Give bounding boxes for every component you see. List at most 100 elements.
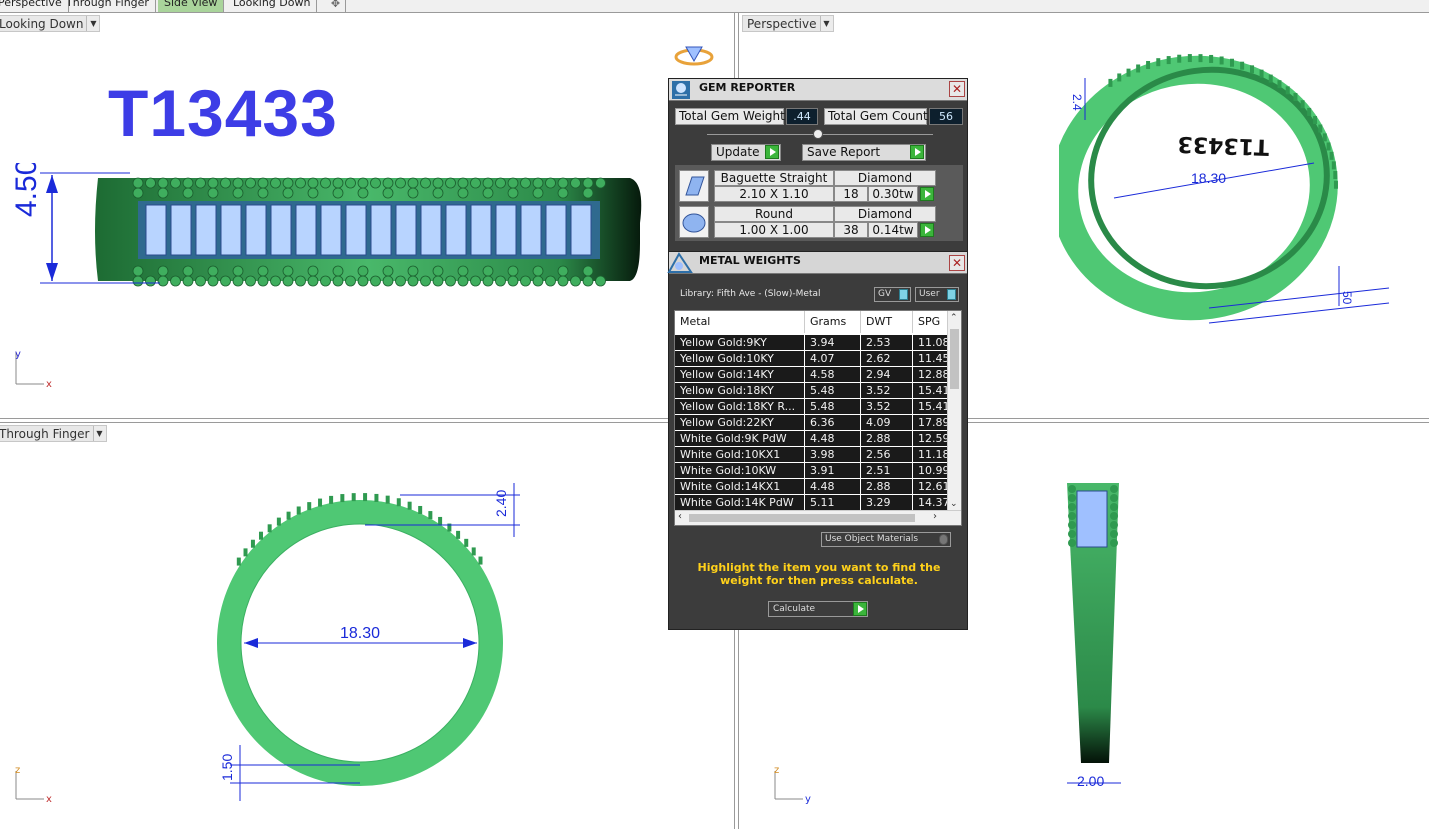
gem-shape-cell[interactable]: Baguette Straight: [714, 170, 834, 186]
chevron-down-icon[interactable]: ▼: [819, 16, 833, 31]
round-stone: [595, 177, 606, 189]
chevron-left-icon[interactable]: ‹: [678, 511, 682, 522]
column-header-grams[interactable]: Grams: [805, 311, 861, 333]
table-cell: Yellow Gold:14KY: [675, 367, 804, 382]
tab-through-finger[interactable]: Through Finger: [60, 0, 156, 12]
prong: [1293, 93, 1298, 102]
close-icon[interactable]: ✕: [949, 255, 965, 271]
round-stone: [457, 265, 469, 277]
use-object-materials-toggle[interactable]: Use Object Materials: [821, 532, 951, 547]
round-stone: [1068, 530, 1076, 538]
round-stone: [1068, 503, 1076, 511]
chevron-down-icon[interactable]: ▼: [86, 16, 100, 31]
metal-weights-title: METAL WEIGHTS: [699, 254, 801, 267]
round-stone: [232, 177, 244, 189]
round-stone: [1110, 494, 1118, 502]
round-stone: [257, 265, 269, 277]
save-report-button[interactable]: Save Report: [802, 144, 926, 161]
table-cell: 11.45: [913, 351, 948, 366]
horizontal-scrollbar[interactable]: ‹ ›: [675, 510, 961, 525]
table-cell: 15.41: [913, 399, 948, 414]
column-header-dwt[interactable]: DWT: [861, 311, 913, 333]
table-row[interactable]: Yellow Gold:18KY R... 5.48 3.52 15.41: [675, 399, 949, 415]
slider-thumb[interactable]: [813, 129, 823, 139]
table-row[interactable]: Yellow Gold:10KY 4.07 2.62 11.45: [675, 351, 949, 367]
viewport-label-perspective[interactable]: Perspective ▼: [742, 15, 834, 32]
calculate-play-icon[interactable]: [853, 602, 867, 616]
table-cell: White Gold:10KX1: [675, 447, 804, 462]
gem-row-play-icon[interactable]: [920, 187, 934, 201]
metal-weights-header[interactable]: METAL WEIGHTS ✕: [667, 252, 967, 274]
chevron-down-icon[interactable]: ▼: [92, 426, 106, 441]
gv-toggle[interactable]: GV: [874, 287, 911, 302]
gem-shape-cell[interactable]: Round: [714, 206, 834, 222]
table-row[interactable]: Yellow Gold:14KY 4.58 2.94 12.88: [675, 367, 949, 383]
user-toggle[interactable]: User: [915, 287, 959, 302]
vertical-scrollbar[interactable]: ⌃ ⌄: [947, 311, 961, 511]
view-tab-bar: Perspective Through Finger Side View Loo…: [0, 0, 1429, 13]
prong: [1209, 54, 1214, 63]
ring-side-view: 2.00: [1067, 483, 1121, 789]
column-header-metal[interactable]: Metal: [675, 311, 805, 333]
table-cell: 10.99: [913, 463, 948, 478]
round-stone: [182, 187, 194, 199]
gem-count-cell[interactable]: 18: [834, 186, 868, 202]
table-row[interactable]: White Gold:14KX1 4.48 2.88 12.61: [675, 479, 949, 495]
table-row[interactable]: Yellow Gold:22KY 6.36 4.09 17.89: [675, 415, 949, 431]
gem-weight-cell[interactable]: 0.30tw: [868, 186, 918, 202]
chevron-up-icon[interactable]: ⌃: [950, 313, 958, 323]
round-stone: [157, 177, 169, 189]
gem-row-play-icon[interactable]: [920, 223, 934, 237]
metal-weights-panel: METAL WEIGHTS ✕ Library: Fifth Ave - (Sl…: [667, 251, 968, 630]
gem-size-cell[interactable]: 2.10 X 1.10: [714, 186, 834, 202]
round-stone: [482, 177, 494, 189]
prong: [276, 517, 281, 526]
chevron-right-icon[interactable]: ›: [933, 511, 937, 522]
add-tab-icon[interactable]: ✥: [326, 0, 346, 12]
table-row[interactable]: White Gold:10KW 3.91 2.51 10.99: [675, 463, 949, 479]
tab-perspective[interactable]: Perspective: [0, 0, 69, 12]
scroll-thumb[interactable]: [950, 329, 959, 389]
chevron-down-icon[interactable]: ⌄: [950, 499, 958, 509]
round-stone: [245, 275, 256, 287]
round-stone: [1110, 530, 1118, 538]
round-stone: [482, 187, 494, 199]
table-cell: 5.48: [805, 383, 860, 398]
table-row[interactable]: White Gold:14K PdW 5.11 3.29 14.37: [675, 495, 949, 511]
viewport-looking-down[interactable]: Looking Down ▼ T13433 4.50 y x: [0, 13, 734, 418]
prong: [396, 498, 401, 507]
prong: [1313, 116, 1318, 125]
prong: [318, 498, 323, 507]
round-stone: [557, 275, 569, 287]
save-report-play-icon[interactable]: [910, 145, 924, 159]
gem-reporter-icon: [672, 81, 690, 99]
table-cell: Yellow Gold:9KY: [675, 335, 804, 350]
prong: [1177, 54, 1182, 63]
gem-material-cell[interactable]: Diamond: [834, 206, 936, 222]
gem-material-cell[interactable]: Diamond: [834, 170, 936, 186]
table-row[interactable]: Yellow Gold:9KY 3.94 2.53 11.08: [675, 335, 949, 351]
viewport-label-through-finger[interactable]: Through Finger ▼: [0, 425, 107, 442]
gem-size-cell[interactable]: 1.00 X 1.00: [714, 222, 834, 238]
tab-looking-down[interactable]: Looking Down: [227, 0, 318, 12]
column-header-spg[interactable]: SPG: [913, 311, 949, 333]
update-play-icon[interactable]: [765, 145, 779, 159]
table-cell: 3.94: [805, 335, 860, 350]
scroll-thumb[interactable]: [689, 514, 915, 522]
gem-weight-cell[interactable]: 0.14tw: [868, 222, 918, 238]
gem-count-cell[interactable]: 38: [834, 222, 868, 238]
table-cell: 12.59: [913, 431, 948, 446]
tab-side-view[interactable]: Side View: [158, 0, 225, 12]
table-cell: 3.52: [861, 399, 912, 414]
round-stone: [132, 275, 144, 287]
table-row[interactable]: Yellow Gold:18KY 5.48 3.52 15.41: [675, 383, 949, 399]
table-row[interactable]: White Gold:10KX1 3.98 2.56 11.18: [675, 447, 949, 463]
table-row[interactable]: White Gold:9K PdW 4.48 2.88 12.59: [675, 431, 949, 447]
round-stone: [420, 275, 431, 287]
viewport-label-looking-down[interactable]: Looking Down ▼: [0, 15, 101, 32]
prong: [1126, 68, 1131, 77]
round-stone: [232, 187, 244, 199]
gem-reporter-header[interactable]: GEM REPORTER ✕: [669, 79, 967, 101]
viewport-through-finger[interactable]: Through Finger ▼ 18.30 2.40 1.50 z x: [0, 423, 734, 829]
close-icon[interactable]: ✕: [949, 81, 965, 97]
